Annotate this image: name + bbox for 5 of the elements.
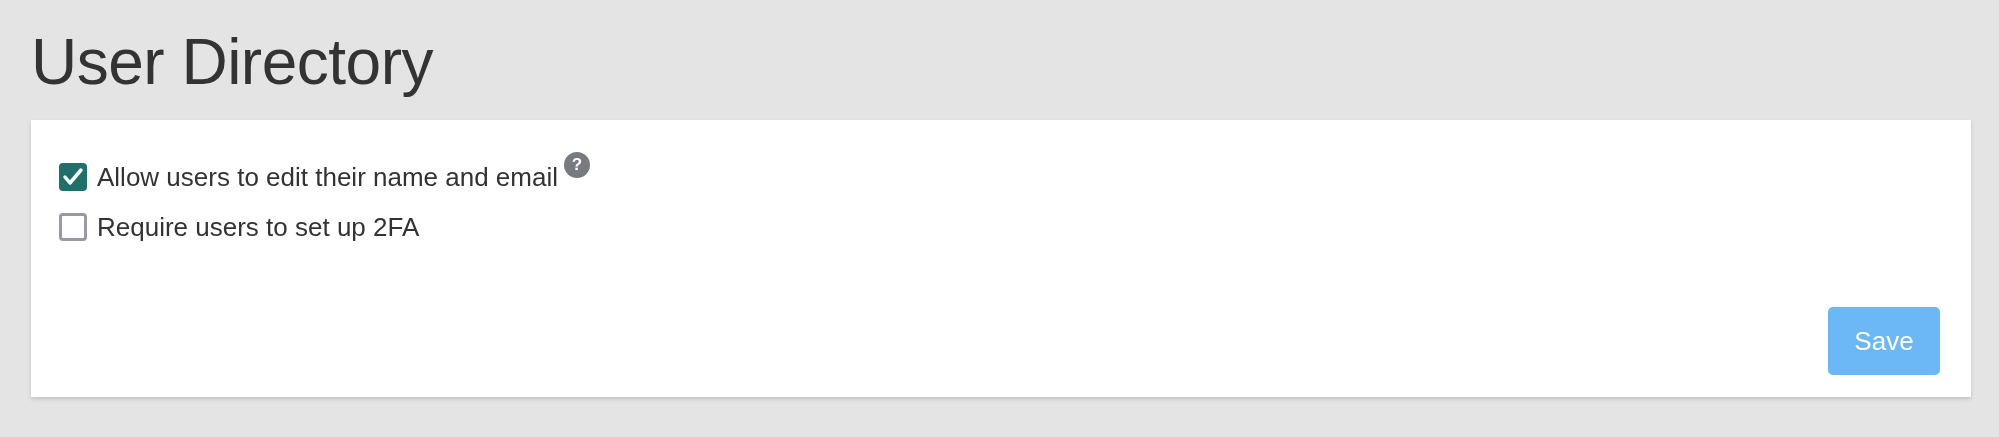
checkbox[interactable] xyxy=(59,213,87,241)
checkbox-label[interactable]: Require users to set up 2FA xyxy=(97,207,420,247)
checkbox[interactable] xyxy=(59,163,87,191)
help-icon[interactable]: ? xyxy=(564,152,590,178)
checkbox-label[interactable]: Allow users to edit their name and email xyxy=(97,157,558,197)
